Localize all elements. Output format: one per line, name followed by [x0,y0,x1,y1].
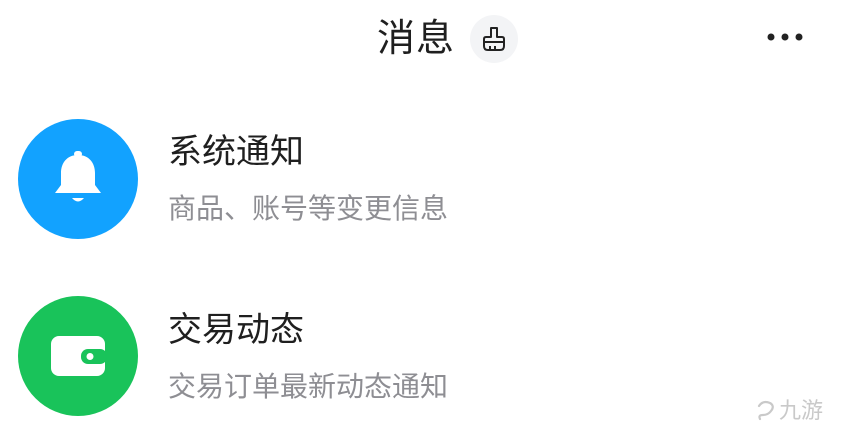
watermark-logo: 九游 [755,392,835,434]
message-title: 交易动态 [168,310,304,350]
trade-updates-avatar [18,296,138,416]
message-item-trade-updates[interactable]: 交易动态 交易订单最新动态通知 [0,283,843,433]
watermark-text: 九游 [779,398,824,423]
broom-icon [483,27,505,51]
more-button[interactable] [760,22,810,52]
page-title: 消息 [377,16,456,60]
message-item-system-notice[interactable]: 系统通知 商品、账号等变更信息 [0,105,843,255]
clear-unread-button[interactable] [470,15,518,63]
message-title: 系统通知 [168,132,304,172]
top-bar: 消息 [0,0,843,80]
more-dots-icon [767,33,803,41]
system-notice-avatar [18,119,138,239]
message-subtitle: 商品、账号等变更信息 [168,192,449,225]
nine-game-logo-icon [757,400,774,421]
bell-icon [55,151,101,202]
message-subtitle: 交易订单最新动态通知 [168,370,449,403]
wallet-icon [51,336,107,376]
